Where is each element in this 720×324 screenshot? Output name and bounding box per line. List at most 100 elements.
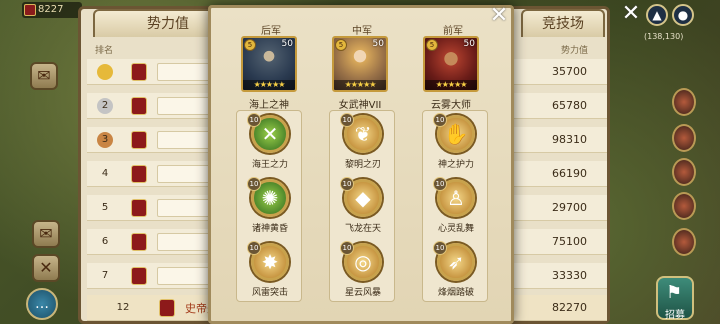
rank-medal-gold: [97, 64, 113, 80]
power-value: 33330: [552, 269, 587, 282]
hero-rank-badge-icon: 5: [426, 39, 438, 51]
power-value: 75100: [552, 235, 587, 248]
scroll-icon: ✉: [37, 66, 51, 85]
recruit-icon: ⚑: [666, 282, 683, 303]
skill-level: 10: [247, 177, 261, 191]
skill-slot[interactable]: ✸ 10 风雷突击: [237, 239, 303, 301]
skill-name: 星云风暴: [344, 288, 381, 298]
hero-card[interactable]: 5 50 ★★★★★: [332, 36, 388, 92]
rank-number: 6: [101, 236, 109, 247]
hero-rank-badge-icon: 5: [335, 39, 347, 51]
power-value: 66190: [552, 167, 587, 180]
home-button[interactable]: ▲: [646, 4, 668, 26]
chat-icon: …: [35, 296, 49, 312]
skill-level: 10: [340, 113, 354, 127]
mail-icon: ✉: [39, 224, 53, 243]
resource-value: 8227: [38, 4, 64, 15]
skill-slot[interactable]: ♙ 10 心灵乱舞: [423, 175, 489, 237]
map-pin-icon: ●: [677, 8, 689, 22]
guild-emblem-icon: [159, 299, 175, 317]
side-hero-portrait[interactable]: [672, 192, 696, 220]
guild-emblem-icon: [131, 165, 147, 183]
hero-stars: ★★★★★: [334, 80, 386, 90]
side-hero-portrait[interactable]: [672, 228, 696, 256]
guild-emblem-icon: [131, 97, 147, 115]
skill-name: 海王之力: [251, 160, 288, 170]
skill-slot[interactable]: ✕ 10 海王之力: [237, 111, 303, 173]
position-label-front: 前军: [443, 26, 463, 37]
skill-name: 烽烟踏破: [437, 288, 474, 298]
power-value: 82270: [552, 301, 587, 314]
skill-slot[interactable]: ◎ 10 星云风暴: [330, 239, 396, 301]
popup-close-button[interactable]: ✕: [488, 3, 510, 28]
hero-name: 云雾大师: [431, 100, 471, 111]
skill-slot[interactable]: ◆ 10 飞龙在天: [330, 175, 396, 237]
guild-emblem-icon: [131, 63, 147, 81]
column-rank-header: 排名: [95, 46, 114, 56]
position-label-middle: 中军: [352, 26, 372, 37]
power-value: 29700: [552, 201, 587, 214]
skill-column-middle: ❦ 10 黎明之刃 ◆ 10 飞龙在天 ◎ 10 星云风暴: [329, 110, 395, 302]
rank-number: 5: [101, 202, 109, 213]
skill-slot[interactable]: ✋ 10 神之护力: [423, 111, 489, 173]
hero-card[interactable]: 5 50 ★★★★★: [241, 36, 297, 92]
skill-name: 诸神黄昏: [251, 224, 288, 234]
hero-stars: ★★★★★: [243, 80, 295, 90]
skill-name: 飞龙在天: [344, 224, 381, 234]
column-power-header: 势力值: [561, 46, 589, 56]
recruit-button[interactable]: ⚑ 招募: [656, 276, 694, 321]
skill-level: 10: [340, 177, 354, 191]
map-button[interactable]: ●: [672, 4, 694, 26]
guild-emblem-icon: [131, 267, 147, 285]
mail-button[interactable]: ✉: [32, 220, 60, 248]
power-value: 98310: [552, 133, 587, 146]
skill-level: 10: [247, 113, 261, 127]
close-icon: ✕: [621, 1, 641, 26]
guild-emblem-icon: [131, 199, 147, 217]
skill-column-front: ✋ 10 神之护力 ♙ 10 心灵乱舞 ➶ 10 烽烟踏破: [422, 110, 488, 302]
power-value: 35700: [552, 65, 587, 78]
hero-stars: ★★★★★: [425, 80, 477, 90]
rank-number: 4: [101, 168, 109, 179]
hero-name: 女武神VII: [338, 100, 382, 111]
skill-level: 10: [433, 177, 447, 191]
skill-name: 心灵乱舞: [437, 224, 474, 234]
rank-medal-silver: 2: [97, 98, 113, 114]
guild-emblem-icon: [131, 233, 147, 251]
skill-name: 风雷突击: [251, 288, 288, 298]
skill-level: 10: [433, 241, 447, 255]
hero-level: 50: [281, 39, 293, 49]
home-icon: ▲: [652, 8, 662, 22]
skill-name: 黎明之刃: [344, 160, 381, 170]
guild-emblem-icon: [131, 131, 147, 149]
hero-level: 50: [372, 39, 384, 49]
formation-popup: 后军 中军 前军 5 50 ★★★★★ 5 50 ★★★★★ 5 50 ★★★★…: [208, 5, 514, 324]
recruit-label: 招募: [665, 310, 685, 321]
skill-level: 10: [247, 241, 261, 255]
resource-counter: 8227: [22, 2, 82, 18]
side-quest-button[interactable]: ✉: [30, 62, 58, 90]
crossed-swords-icon: ✕: [39, 258, 53, 277]
side-hero-portrait[interactable]: [672, 158, 696, 186]
chat-button[interactable]: …: [26, 288, 58, 320]
side-hero-portrait[interactable]: [672, 88, 696, 116]
hero-name: 海上之神: [249, 100, 289, 111]
side-hero-portrait[interactable]: [672, 124, 696, 152]
hero-rank-badge-icon: 5: [244, 39, 256, 51]
rank-number: 7: [101, 270, 109, 281]
close-icon: ✕: [489, 3, 509, 28]
skill-name: 神之护力: [437, 160, 474, 170]
battle-button[interactable]: ✕: [32, 254, 60, 282]
skill-slot[interactable]: ➶ 10 烽烟踏破: [423, 239, 489, 301]
power-value: 65780: [552, 99, 587, 112]
tab-arena[interactable]: 竞技场: [521, 9, 605, 37]
banner-icon: [24, 4, 36, 16]
hero-level: 50: [463, 39, 475, 49]
skill-level: 10: [433, 113, 447, 127]
skill-slot[interactable]: ✺ 10 诸神黄昏: [237, 175, 303, 237]
rank-medal-bronze: 3: [97, 132, 113, 148]
hero-card[interactable]: 5 50 ★★★★★: [423, 36, 479, 92]
skill-slot[interactable]: ❦ 10 黎明之刃: [330, 111, 396, 173]
skill-level: 10: [340, 241, 354, 255]
panel-close-button[interactable]: ✕: [620, 1, 642, 26]
